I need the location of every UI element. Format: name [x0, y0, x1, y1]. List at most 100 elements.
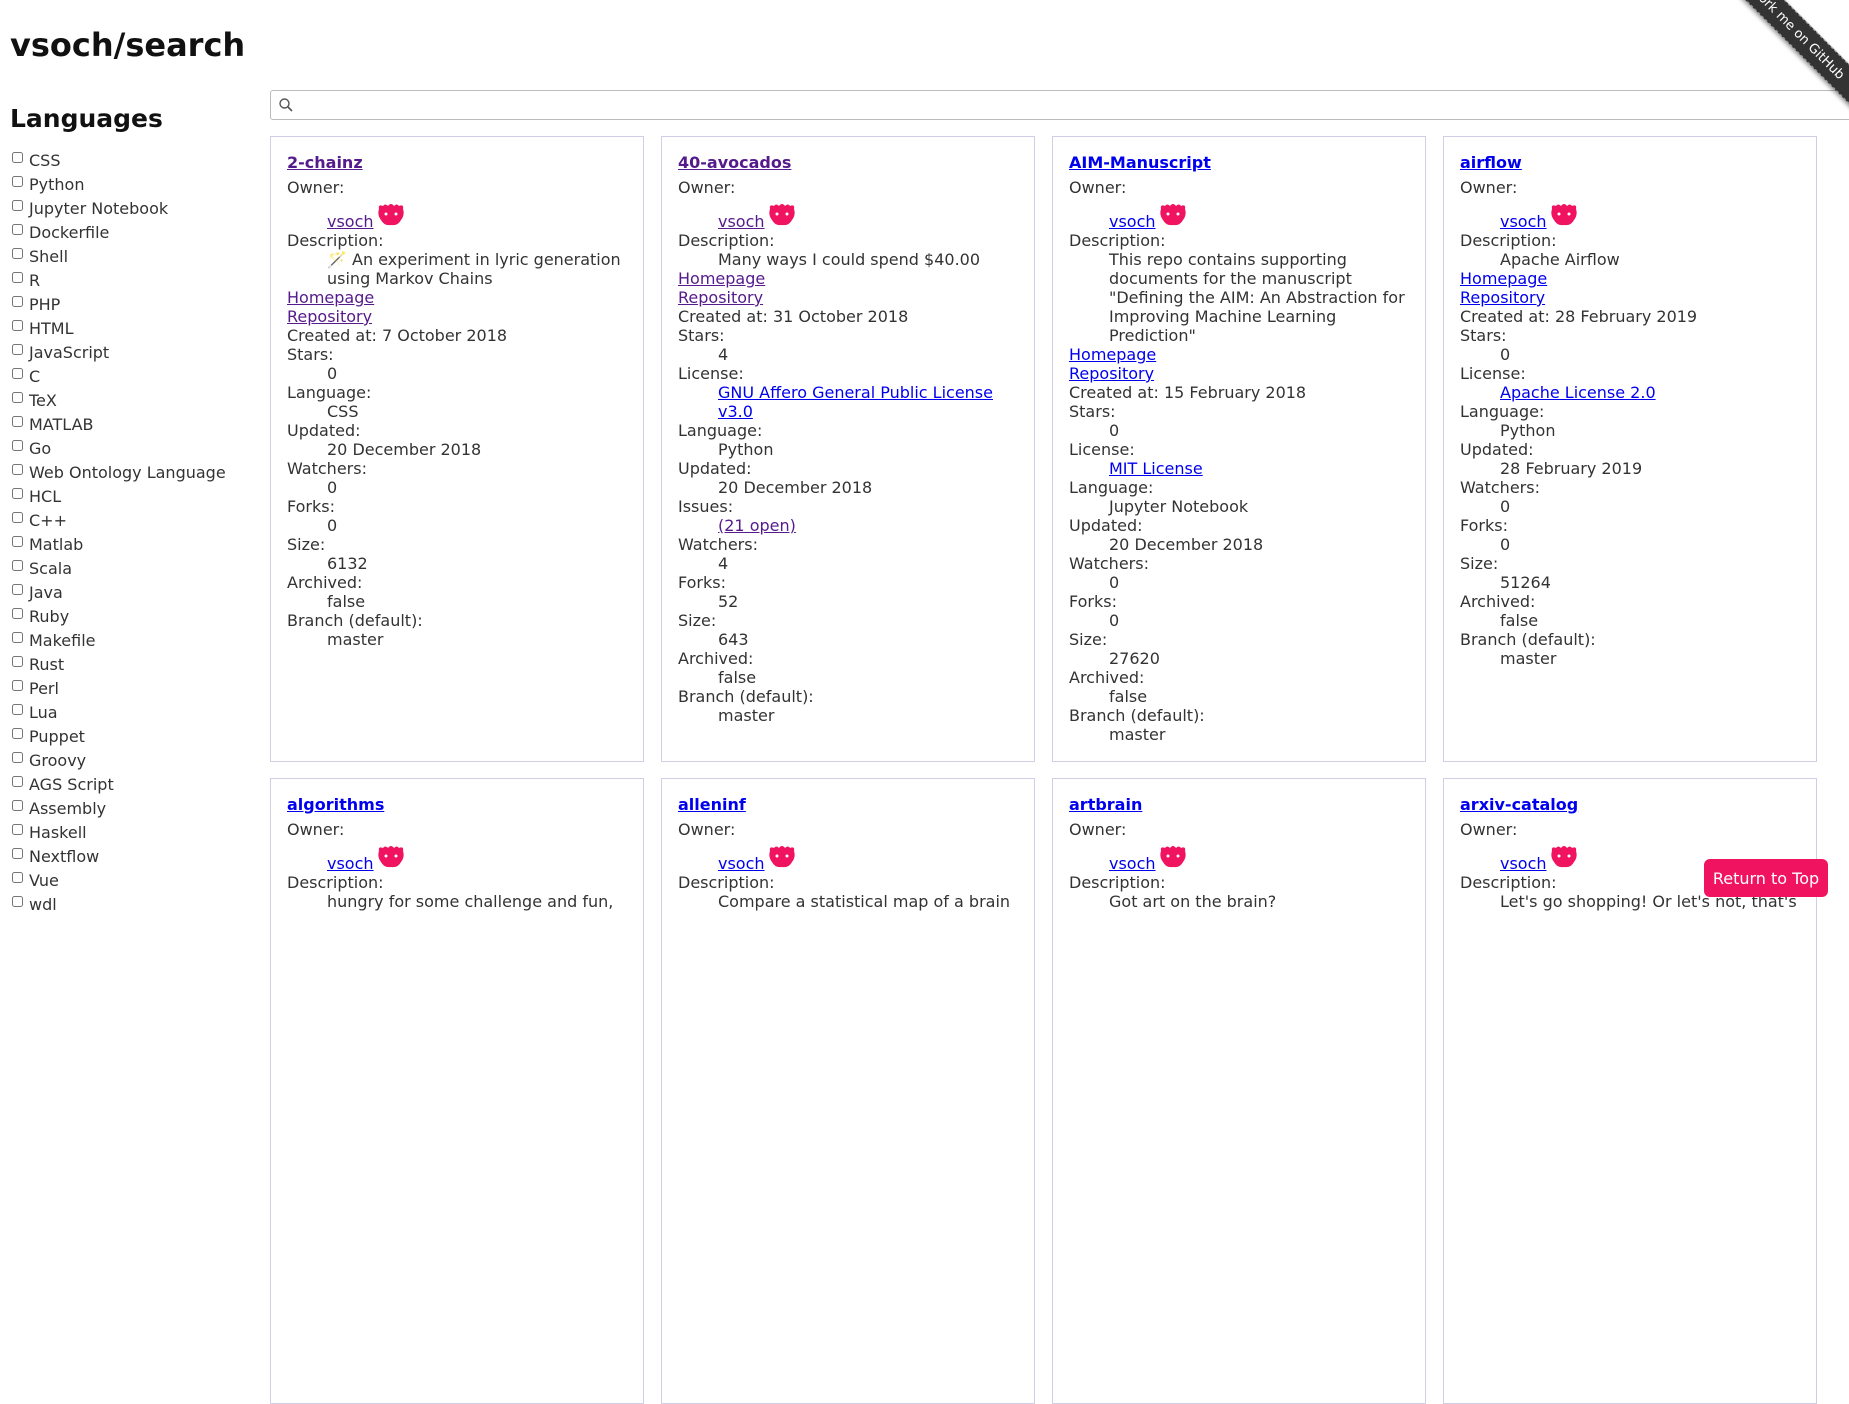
- language-filter-item[interactable]: Perl: [10, 676, 250, 700]
- language-filter-item[interactable]: C++: [10, 508, 250, 532]
- language-checkbox[interactable]: [12, 799, 23, 811]
- language-checkbox[interactable]: [12, 463, 23, 475]
- language-checkbox[interactable]: [12, 175, 23, 187]
- language-checkbox[interactable]: [12, 703, 23, 715]
- language-filter-item[interactable]: Assembly: [10, 796, 250, 820]
- language-checkbox[interactable]: [12, 487, 23, 499]
- language-filter-item[interactable]: C: [10, 364, 250, 388]
- language-checkbox[interactable]: [12, 223, 23, 235]
- owner-link[interactable]: vsoch: [718, 854, 765, 873]
- language-filter-item[interactable]: Makefile: [10, 628, 250, 652]
- language-checkbox[interactable]: [12, 439, 23, 451]
- repo-title-link[interactable]: algorithms: [287, 795, 627, 814]
- language-checkbox[interactable]: [12, 895, 23, 907]
- issues-link[interactable]: (21 open): [718, 516, 796, 535]
- language-filter-item[interactable]: Haskell: [10, 820, 250, 844]
- language-filter-item[interactable]: HCL: [10, 484, 250, 508]
- language-checkbox[interactable]: [12, 607, 23, 619]
- language-checkbox[interactable]: [12, 823, 23, 835]
- language-filter-item[interactable]: Nextflow: [10, 844, 250, 868]
- language-checkbox[interactable]: [12, 247, 23, 259]
- language-checkbox[interactable]: [12, 535, 23, 547]
- homepage-link[interactable]: Homepage: [678, 269, 1018, 288]
- language-filter-item[interactable]: Python: [10, 172, 250, 196]
- language-filter-item[interactable]: Scala: [10, 556, 250, 580]
- language-filter-item[interactable]: Matlab: [10, 532, 250, 556]
- owner-link[interactable]: vsoch: [327, 854, 374, 873]
- repository-link[interactable]: Repository: [1069, 364, 1409, 383]
- language-checkbox[interactable]: [12, 271, 23, 283]
- language-checkbox[interactable]: [12, 511, 23, 523]
- language-filter-item[interactable]: MATLAB: [10, 412, 250, 436]
- language-filter-item[interactable]: Lua: [10, 700, 250, 724]
- owner-link[interactable]: vsoch: [1500, 212, 1547, 231]
- search-input[interactable]: [271, 91, 1849, 119]
- language-filter-item[interactable]: PHP: [10, 292, 250, 316]
- language-filter-item[interactable]: Jupyter Notebook: [10, 196, 250, 220]
- language-checkbox[interactable]: [12, 847, 23, 859]
- repo-title-link[interactable]: 2-chainz: [287, 153, 627, 172]
- language-filter-item[interactable]: R: [10, 268, 250, 292]
- return-to-top-button[interactable]: Return to Top: [1704, 859, 1828, 897]
- owner-link[interactable]: vsoch: [1109, 854, 1156, 873]
- language-checkbox[interactable]: [12, 295, 23, 307]
- language-filter-item[interactable]: Java: [10, 580, 250, 604]
- language-filter-item[interactable]: Puppet: [10, 724, 250, 748]
- language-filter-item[interactable]: TeX: [10, 388, 250, 412]
- language-filter-item[interactable]: Go: [10, 436, 250, 460]
- license-link[interactable]: MIT License: [1109, 459, 1203, 478]
- language-checkbox[interactable]: [12, 415, 23, 427]
- language-checkbox[interactable]: [12, 775, 23, 787]
- owner-link[interactable]: vsoch: [718, 212, 765, 231]
- language-checkbox[interactable]: [12, 871, 23, 883]
- license-label: License:: [678, 364, 744, 383]
- language-checkbox[interactable]: [12, 679, 23, 691]
- language-checkbox[interactable]: [12, 583, 23, 595]
- language-filter-item[interactable]: Shell: [10, 244, 250, 268]
- branch-value: master: [327, 630, 384, 649]
- description-label: Description:: [1069, 231, 1166, 250]
- language-checkbox[interactable]: [12, 391, 23, 403]
- language-filter-item[interactable]: CSS: [10, 148, 250, 172]
- language-checkbox[interactable]: [12, 631, 23, 643]
- repository-link[interactable]: Repository: [1460, 288, 1800, 307]
- language-checkbox[interactable]: [12, 343, 23, 355]
- repo-title-link[interactable]: arxiv-catalog: [1460, 795, 1800, 814]
- repository-link[interactable]: Repository: [678, 288, 1018, 307]
- repo-card: AIM-Manuscript Owner: vsoch Description: Thi…: [1052, 136, 1426, 762]
- language-filter-item[interactable]: Rust: [10, 652, 250, 676]
- language-filter-item[interactable]: JavaScript: [10, 340, 250, 364]
- owner-link[interactable]: vsoch: [1500, 854, 1547, 873]
- language-checkbox[interactable]: [12, 727, 23, 739]
- repo-title-link[interactable]: AIM-Manuscript: [1069, 153, 1409, 172]
- repo-title-link[interactable]: alleninf: [678, 795, 1018, 814]
- language-checkbox[interactable]: [12, 319, 23, 331]
- homepage-link[interactable]: Homepage: [1069, 345, 1409, 364]
- language-checkbox[interactable]: [12, 655, 23, 667]
- repo-title-link[interactable]: 40-avocados: [678, 153, 1018, 172]
- language-checkbox[interactable]: [12, 151, 23, 163]
- language-checkbox[interactable]: [12, 199, 23, 211]
- repo-title-link[interactable]: airflow: [1460, 153, 1800, 172]
- language-filter-item[interactable]: Web Ontology Language: [10, 460, 250, 484]
- repository-link[interactable]: Repository: [287, 307, 627, 326]
- owner-link[interactable]: vsoch: [327, 212, 374, 231]
- language-filter-item[interactable]: Dockerfile: [10, 220, 250, 244]
- homepage-link[interactable]: Homepage: [1460, 269, 1800, 288]
- language-filter-item[interactable]: Ruby: [10, 604, 250, 628]
- license-link[interactable]: Apache License 2.0: [1500, 383, 1656, 402]
- language-filter-item[interactable]: Vue: [10, 868, 250, 892]
- repo-title-link[interactable]: artbrain: [1069, 795, 1409, 814]
- language-checkbox[interactable]: [12, 751, 23, 763]
- language-filter-item[interactable]: Groovy: [10, 748, 250, 772]
- language-filter-item[interactable]: AGS Script: [10, 772, 250, 796]
- language-filter-item[interactable]: wdl: [10, 892, 250, 916]
- owner-link[interactable]: vsoch: [1109, 212, 1156, 231]
- search-box: [270, 90, 1849, 120]
- language-checkbox[interactable]: [12, 367, 23, 379]
- language-checkbox[interactable]: [12, 559, 23, 571]
- language-filter-item[interactable]: HTML: [10, 316, 250, 340]
- owner-row: vsoch: [1460, 197, 1800, 231]
- license-link[interactable]: GNU Affero General Public License v3.0: [718, 383, 993, 421]
- homepage-link[interactable]: Homepage: [287, 288, 627, 307]
